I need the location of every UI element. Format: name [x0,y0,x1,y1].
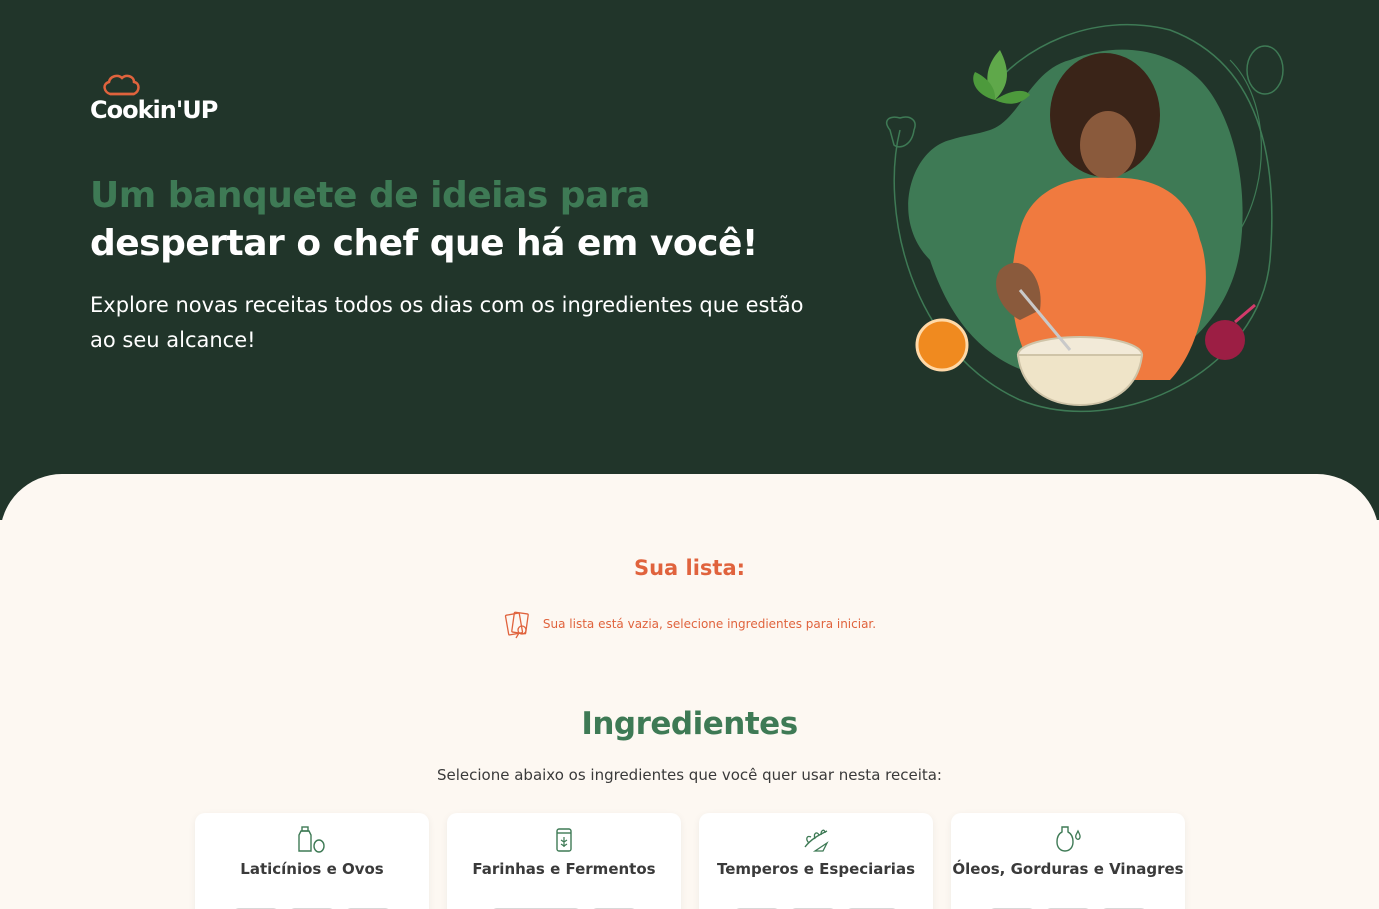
category-cards: Laticínios e Ovos Farinhas e Fermentos T… [195,813,1185,909]
list-title: Sua lista: [633,556,746,580]
empty-list-message: Sua lista está vazia, selecione ingredie… [542,617,877,631]
brand-name: Cookin'UP [90,96,218,124]
brand-logo[interactable]: Cookin'UP [90,74,230,130]
category-label: Temperos e Especiarias [716,860,916,878]
spices-icon [804,829,829,852]
category-card-flour[interactable]: Farinhas e Fermentos [447,813,681,909]
category-card-oils[interactable]: Óleos, Gorduras e Vinagres [951,813,1185,909]
hero-section: Cookin'UP Um banquete de ideias para des… [0,0,1379,520]
category-label: Laticínios e Ovos [240,860,384,878]
headline-line-1: Um banquete de ideias para [90,175,650,216]
chef-illustration [886,23,1284,413]
hero-subtitle: Explore novas receitas todos os dias com… [90,293,804,352]
headline-line-2: despertar o chef que há em você! [90,223,758,264]
flour-jar-icon [556,828,572,852]
oil-bottle-icon [1056,826,1081,852]
category-card-spices[interactable]: Temperos e Especiarias [699,813,933,909]
category-label: Farinhas e Fermentos [472,860,656,878]
category-label: Óleos, Gorduras e Vinagres [952,860,1184,878]
category-card-dairy[interactable]: Laticínios e Ovos [195,813,429,909]
empty-list-notice: Sua lista está vazia, selecione ingredie… [0,608,1379,640]
empty-list-icon [504,611,529,639]
ingredients-subtitle: Selecione abaixo os ingredientes que voc… [436,766,942,784]
main-content: Sua lista: Sua lista está vazia, selecio… [0,474,1379,909]
dairy-eggs-icon [298,826,325,853]
ingredients-title: Ingredientes [581,706,798,742]
hero-headline: Um banquete de ideias para despertar o c… [90,172,850,268]
